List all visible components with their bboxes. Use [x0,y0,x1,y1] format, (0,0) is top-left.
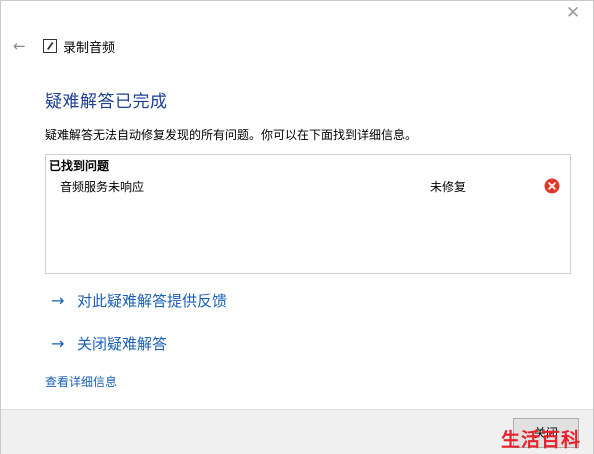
problem-status: 未修复 [430,180,467,194]
feedback-link[interactable]: → 对此疑难解答提供反馈 [51,290,227,311]
view-details-link[interactable]: 查看详细信息 [45,373,117,390]
arrow-right-icon: → [51,290,65,310]
troubleshooter-window: ✕ ← 录制音频 疑难解答已完成 疑难解答无法自动修复发现的所有问题。你可以在下… [0,0,594,454]
problem-row[interactable]: 音频服务未响应 未修复 [46,177,570,199]
feedback-link-label: 对此疑难解答提供反馈 [77,292,228,310]
error-icon [544,178,560,194]
back-arrow-icon[interactable]: ← [13,38,29,54]
arrow-right-icon: → [51,333,65,353]
close-troubleshooter-label: 关闭疑难解答 [77,335,168,353]
page-heading: 疑难解答已完成 [45,92,168,112]
problems-found-panel: 已找到问题 音频服务未响应 未修复 [45,154,571,274]
problems-found-header: 已找到问题 [49,159,110,173]
close-icon[interactable]: ✕ [565,5,581,22]
page-description: 疑难解答无法自动修复发现的所有问题。你可以在下面找到详细信息。 [45,128,418,142]
close-troubleshooter-link[interactable]: → 关闭疑难解答 [51,333,167,354]
title-bar: ← 录制音频 [13,35,115,57]
app-title: 录制音频 [63,40,116,56]
problem-name: 音频服务未响应 [60,180,145,194]
microphone-app-icon [43,39,57,53]
watermark: 生活百科 [501,429,582,451]
